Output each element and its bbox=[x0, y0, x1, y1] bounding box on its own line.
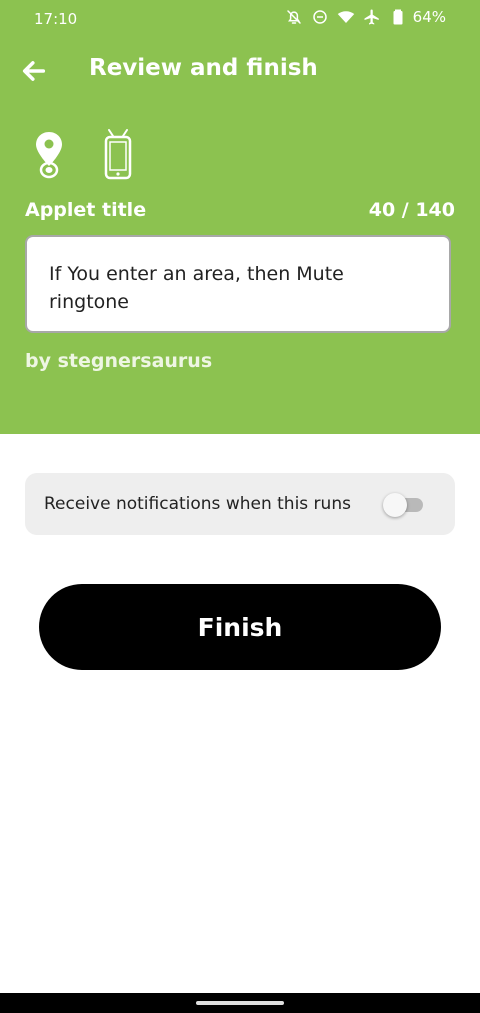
wifi-icon bbox=[337, 8, 355, 26]
system-nav-bar bbox=[0, 993, 480, 1013]
character-count: 40 / 140 bbox=[368, 199, 455, 221]
notifications-off-icon bbox=[285, 8, 303, 26]
header-panel: 17:10 64% Review and finish Applet title… bbox=[0, 0, 480, 434]
arrow-left-icon bbox=[22, 61, 46, 81]
notifications-toggle[interactable] bbox=[383, 492, 423, 517]
android-phone-icon bbox=[103, 128, 133, 180]
back-button[interactable] bbox=[20, 57, 48, 85]
home-gesture-pill[interactable] bbox=[196, 1001, 284, 1005]
toggle-thumb bbox=[383, 493, 407, 517]
notifications-card: Receive notifications when this runs bbox=[25, 473, 455, 535]
battery-icon bbox=[389, 8, 407, 26]
status-time: 17:10 bbox=[34, 10, 78, 28]
finish-button[interactable]: Finish bbox=[39, 584, 441, 670]
status-bar: 17:10 64% bbox=[0, 0, 480, 38]
applet-title-label: Applet title bbox=[25, 199, 147, 221]
applet-title-input[interactable]: If You enter an area, then Mute ringtone bbox=[25, 235, 451, 333]
status-icons: 64% bbox=[285, 8, 446, 26]
applet-title-value: If You enter an area, then Mute ringtone bbox=[49, 263, 344, 313]
author-byline: by stegnersaurus bbox=[25, 350, 213, 372]
do-not-disturb-icon bbox=[311, 8, 329, 26]
location-pin-icon bbox=[32, 130, 66, 180]
battery-percent: 64% bbox=[412, 8, 446, 26]
notifications-label: Receive notifications when this runs bbox=[44, 494, 351, 514]
page-title: Review and finish bbox=[89, 55, 318, 81]
airplane-icon bbox=[363, 8, 381, 26]
